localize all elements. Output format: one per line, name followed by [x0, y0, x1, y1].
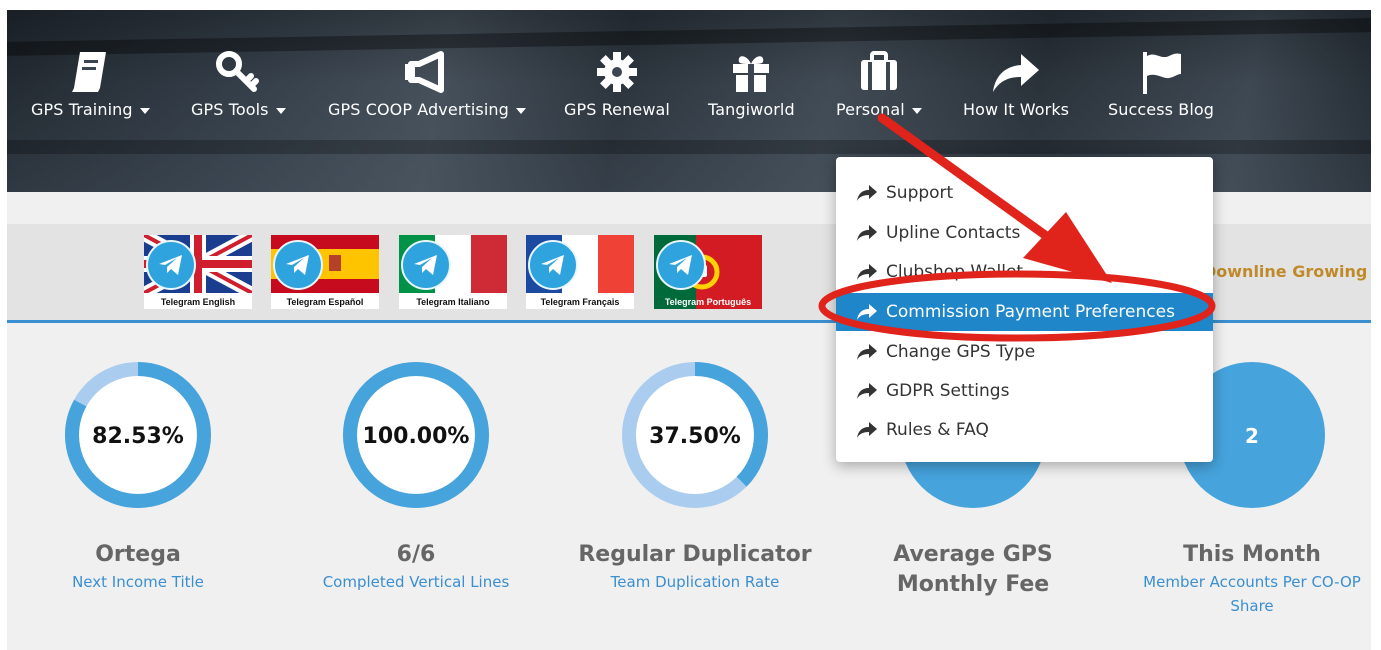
share-icon [856, 382, 878, 400]
gear-icon [595, 48, 639, 96]
menu-item-commission-payment-preferences[interactable]: Commission Payment Preferences [836, 293, 1213, 331]
stat-value: 100.00% [363, 424, 470, 449]
chevron-down-icon [515, 107, 526, 114]
menu-item-label: Change GPS Type [886, 342, 1036, 362]
share-icon [856, 303, 878, 321]
telegram-italiano-link[interactable]: Telegram Italiano [399, 235, 507, 309]
nav-label: GPS Tools [191, 100, 269, 119]
stat-value: 2 [1245, 424, 1259, 448]
nav-item-gps-renewal[interactable]: GPS Renewal [564, 48, 670, 119]
progress-ring: 100.00% [343, 362, 489, 508]
nav-item-gps-training[interactable]: GPS Training [31, 48, 150, 119]
share-icon [856, 263, 878, 281]
gift-icon [729, 48, 773, 96]
key-icon [216, 48, 260, 96]
downline-growing-banner[interactable]: Downline Growing [1203, 262, 1367, 281]
nav-item-success-blog[interactable]: Success Blog [1108, 48, 1214, 119]
briefcase-icon [857, 48, 901, 96]
stat-income-title: 82.53% Ortega Next Income Title [13, 360, 263, 594]
menu-item-label: Upline Contacts [886, 223, 1021, 243]
stat-subtitle-link[interactable]: Team Duplication Rate [570, 570, 820, 594]
stat-title: Regular Duplicator [578, 542, 812, 567]
nav-label: How It Works [963, 100, 1070, 119]
telegram-icon [401, 240, 451, 290]
telegram-caption: Telegram Español [286, 297, 364, 307]
book-icon [70, 48, 110, 96]
nav-item-tangiworld[interactable]: Tangiworld [708, 48, 795, 119]
stat-value: 37.50% [649, 424, 741, 449]
chevron-down-icon [275, 107, 286, 114]
progress-ring: 37.50% [622, 362, 768, 508]
nav-item-how-it-works[interactable]: How It Works [963, 48, 1069, 119]
nav-label: Personal [836, 100, 905, 119]
nav-item-gps-coop-advertising[interactable]: GPS COOP Advertising [328, 48, 526, 119]
telegram-icon [146, 240, 196, 290]
stat-title: Ortega [95, 542, 181, 567]
telegram-caption: Telegram Italiano [416, 297, 490, 307]
progress-ring: 82.53% [65, 362, 211, 508]
menu-item-upline-contacts[interactable]: Upline Contacts [836, 214, 1213, 252]
menu-item-label: GDPR Settings [886, 381, 1010, 401]
stat-subtitle-link[interactable]: Member Accounts Per CO-OP Share [1141, 570, 1363, 618]
share-arrow-icon [991, 48, 1041, 96]
menu-item-label: Commission Payment Preferences [886, 302, 1175, 322]
menu-item-clubshop-wallet[interactable]: Clubshop Wallet [836, 253, 1213, 291]
stat-subtitle-link[interactable]: Completed Vertical Lines [291, 570, 541, 594]
stat-value: 82.53% [92, 424, 184, 449]
menu-item-label: Rules & FAQ [886, 420, 989, 440]
share-icon [856, 224, 878, 242]
personal-dropdown-menu: Support Upline Contacts Clubshop Wallet … [836, 157, 1213, 462]
flag-icon [1139, 48, 1183, 96]
telegram-caption: Telegram English [160, 297, 236, 307]
menu-item-change-gps-type[interactable]: Change GPS Type [836, 333, 1213, 371]
stat-title: This Month [1183, 542, 1321, 567]
stat-vertical-lines: 100.00% 6/6 Completed Vertical Lines [291, 360, 541, 594]
nav-label: Success Blog [1108, 100, 1215, 119]
stat-team-duplication: 37.50% Regular Duplicator Team Duplicati… [570, 360, 820, 594]
chevron-down-icon [139, 107, 150, 114]
stat-subtitle-link[interactable]: Next Income Title [13, 570, 263, 594]
stat-title: Average GPS Monthly Fee [893, 542, 1053, 597]
telegram-espanol-link[interactable]: Telegram Español [271, 235, 379, 309]
menu-item-gdpr-settings[interactable]: GDPR Settings [836, 372, 1213, 410]
telegram-icon [273, 240, 323, 290]
nav-item-gps-tools[interactable]: GPS Tools [191, 48, 286, 119]
telegram-english-link[interactable]: Telegram English [144, 235, 252, 309]
share-icon [856, 343, 878, 361]
stat-title: 6/6 [396, 542, 436, 567]
nav-label: Tangiworld [708, 100, 795, 119]
telegram-icon [528, 240, 578, 290]
telegram-caption: Telegram Português [664, 297, 752, 307]
telegram-francais-link[interactable]: Telegram Français [526, 235, 634, 309]
page-frame: GPS Training GPS Tools GPS COOP Advertis… [7, 10, 1371, 650]
nav-label: GPS Renewal [564, 100, 670, 119]
menu-item-label: Support [886, 183, 954, 203]
menu-item-support[interactable]: Support [836, 174, 1213, 212]
telegram-portugues-link[interactable]: Telegram Português [654, 235, 762, 309]
nav-label: GPS COOP Advertising [328, 100, 509, 119]
menu-item-label: Clubshop Wallet [886, 262, 1024, 282]
nav-label: GPS Training [31, 100, 133, 119]
megaphone-icon [403, 48, 451, 96]
share-icon [856, 421, 878, 439]
nav-item-personal[interactable]: Personal [836, 48, 922, 119]
menu-item-rules-faq[interactable]: Rules & FAQ [836, 411, 1213, 449]
share-icon [856, 184, 878, 202]
telegram-caption: Telegram Français [540, 297, 620, 307]
chevron-down-icon [911, 107, 922, 114]
telegram-icon [656, 240, 706, 290]
